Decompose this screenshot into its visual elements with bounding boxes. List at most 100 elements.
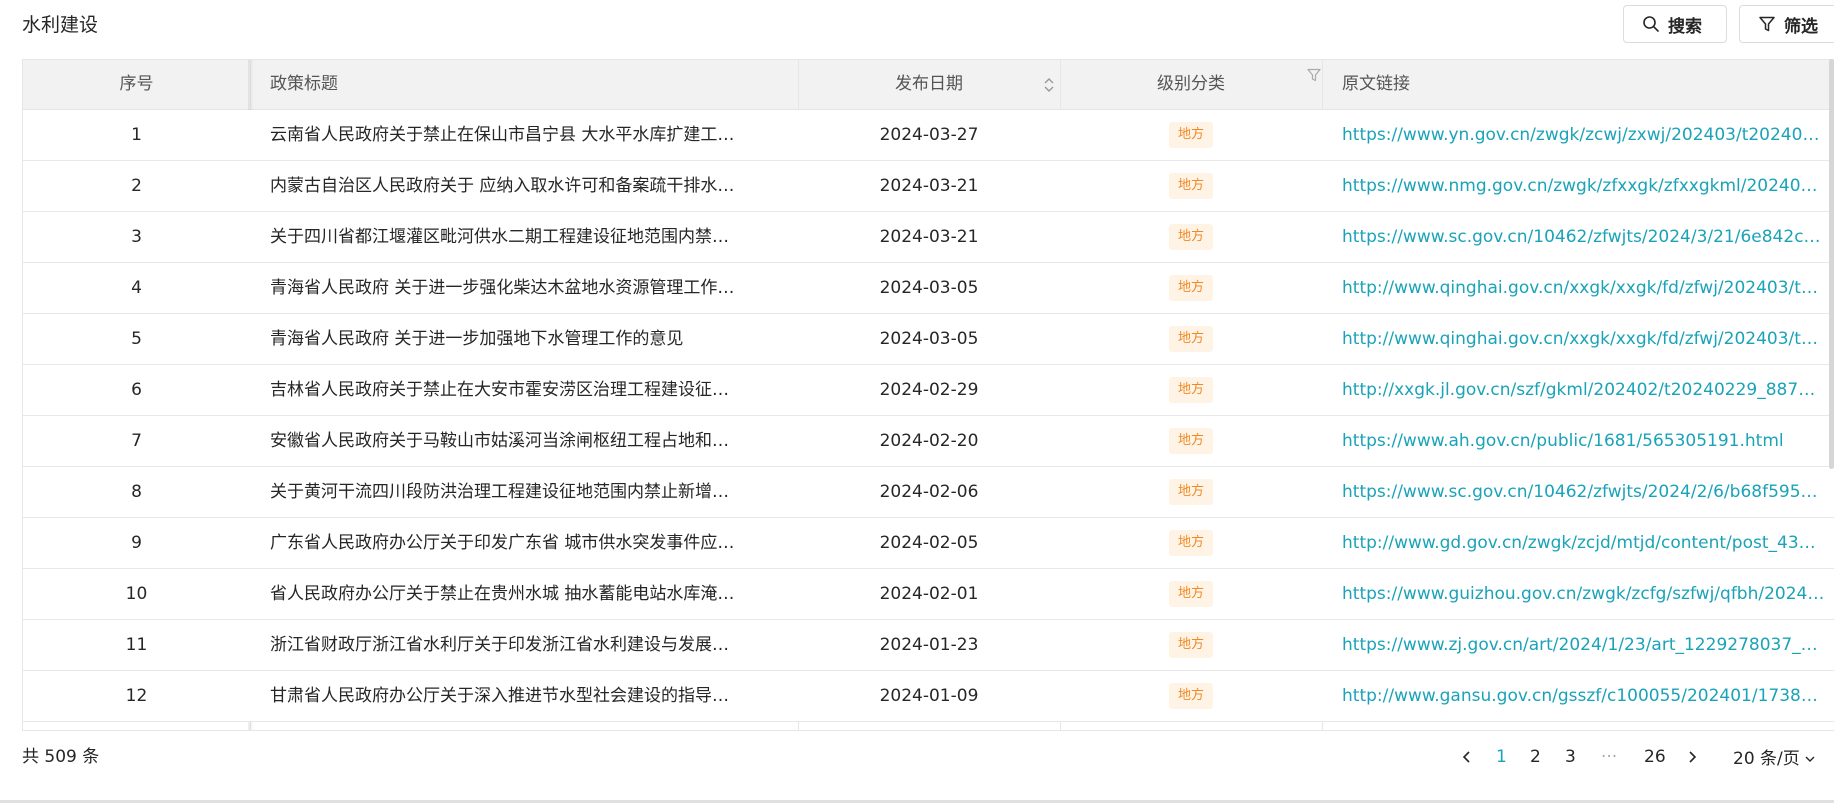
- column-header-level[interactable]: 级别分类: [1060, 60, 1322, 109]
- cell-level: 地方: [1060, 314, 1322, 364]
- cell-link[interactable]: https://www.guizhou.gov.cn/zwgk/zcfg/szf…: [1322, 569, 1834, 619]
- cell-link[interactable]: https://www.yn.gov.cn/zwgk/zcwj/zxwj/202…: [1322, 110, 1834, 160]
- cell-level: 地方: [1060, 365, 1322, 415]
- cell-date: 2024-01-09: [879, 686, 979, 706]
- table-header: 序号 政策标题 发布日期 级别分类 原文链接: [23, 60, 1834, 110]
- filter-button[interactable]: 筛选: [1739, 5, 1834, 43]
- vertical-scrollbar[interactable]: [1829, 59, 1834, 469]
- cell-title[interactable]: 安徽省人民政府关于马鞍山市姑溪河当涂闸枢纽工程占地和…: [250, 416, 798, 466]
- cell-level: 地方: [1060, 212, 1322, 262]
- table-row[interactable]: 5 青海省人民政府 关于进一步加强地下水管理工作的意见 2024-03-05 地方 ht…: [23, 314, 1834, 365]
- page-size-select[interactable]: 20 条/页: [1733, 746, 1816, 772]
- level-tag: 地方: [1168, 428, 1213, 454]
- table-row[interactable]: 6 吉林省人民政府关于禁止在大安市霍安涝区治理工程建设征… 2024-02-29 地方…: [23, 365, 1834, 416]
- page-ellipsis[interactable]: ···: [1601, 744, 1617, 770]
- cell-link[interactable]: https://www.nmg.gov.cn/zwgk/zfxxgk/zfxxg…: [1322, 161, 1834, 211]
- cell-title[interactable]: 青海省人民政府 关于进一步强化柴达木盆地水资源管理工作…: [250, 263, 798, 313]
- cell-title[interactable]: 云南省人民政府关于禁止在保山市昌宁县 大水平水库扩建工…: [250, 110, 798, 160]
- prev-page-button[interactable]: [1461, 744, 1473, 770]
- table-row[interactable]: 8 关于黄河干流四川段防洪治理工程建设征地范围内禁止新增… 2024-02-06 地方…: [23, 467, 1834, 518]
- level-tag: 地方: [1168, 581, 1213, 607]
- cell-seq: 4: [131, 278, 142, 298]
- cell-link[interactable]: http://xxgk.jl.gov.cn/szf/gkml/202402/t2…: [1322, 365, 1834, 415]
- filter-icon: [1758, 15, 1776, 33]
- cell-seq: 8: [131, 482, 142, 502]
- sort-icon[interactable]: [1043, 76, 1055, 98]
- cell-seq: 9: [131, 533, 142, 553]
- cell-seq: 1: [131, 125, 142, 145]
- column-header-title: 政策标题: [270, 74, 338, 94]
- cell-title[interactable]: 甘肃省人民政府办公厅关于深入推进节水型社会建设的指导…: [250, 671, 798, 721]
- cell-seq: 5: [131, 329, 142, 349]
- column-header-link: 原文链接: [1342, 74, 1410, 94]
- cell-level: 地方: [1060, 110, 1322, 160]
- next-page-button[interactable]: [1686, 744, 1698, 770]
- cell-level: 地方: [1060, 518, 1322, 568]
- cell-title[interactable]: 关于四川省都江堰灌区毗河供水二期工程建设征地范围内禁…: [250, 212, 798, 262]
- policy-table: 序号 政策标题 发布日期 级别分类 原文链接 1 云南省人民政府关于禁止在保山市昌…: [22, 59, 1834, 731]
- column-header-seq: 序号: [119, 74, 154, 94]
- level-tag: 地方: [1168, 326, 1213, 352]
- cell-title[interactable]: 广东省人民政府办公厅关于印发广东省 城市供水突发事件应…: [250, 518, 798, 568]
- page-2[interactable]: 2: [1530, 744, 1541, 770]
- cell-seq: 12: [125, 686, 148, 706]
- cell-link[interactable]: https://www.ah.gov.cn/public/1681/565305…: [1322, 416, 1834, 466]
- table-row[interactable]: 9 广东省人民政府办公厅关于印发广东省 城市供水突发事件应… 2024-02-05 地…: [23, 518, 1834, 569]
- chevron-down-icon: [1804, 746, 1816, 772]
- search-button-label: 搜索: [1668, 16, 1702, 37]
- filter-button-label: 筛选: [1784, 16, 1818, 37]
- cell-date: 2024-03-21: [879, 176, 979, 196]
- column-filter-icon[interactable]: [1307, 67, 1321, 86]
- cell-link[interactable]: https://www.sc.gov.cn/10462/zfwjts/2024/…: [1322, 467, 1834, 517]
- cell-title[interactable]: 省人民政府办公厅关于禁止在贵州水城 抽水蓄能电站水库淹…: [250, 569, 798, 619]
- cell-link[interactable]: http://www.qinghai.gov.cn/xxgk/xxgk/fd/z…: [1322, 314, 1834, 364]
- page-3[interactable]: 3: [1565, 744, 1576, 770]
- level-tag: 地方: [1168, 275, 1213, 301]
- table-row[interactable]: 10 省人民政府办公厅关于禁止在贵州水城 抽水蓄能电站水库淹… 2024-02-01…: [23, 569, 1834, 620]
- cell-link[interactable]: http://www.gansu.gov.cn/gsszf/c100055/20…: [1322, 671, 1834, 721]
- cell-seq: 7: [131, 431, 142, 451]
- table-row[interactable]: 2 内蒙古自治区人民政府关于 应纳入取水许可和备案疏干排水… 2024-03-21 地…: [23, 161, 1834, 212]
- cell-level: 地方: [1060, 671, 1322, 721]
- cell-title[interactable]: 吉林省人民政府关于禁止在大安市霍安涝区治理工程建设征…: [250, 365, 798, 415]
- level-tag: 地方: [1168, 377, 1213, 403]
- cell-link[interactable]: http://www.gd.gov.cn/zwgk/zcjd/mtjd/cont…: [1322, 518, 1834, 568]
- page-26[interactable]: 26: [1644, 744, 1666, 770]
- cell-level: 地方: [1060, 263, 1322, 313]
- cell-date: 2024-02-20: [879, 431, 979, 451]
- search-button[interactable]: 搜索: [1623, 5, 1727, 43]
- cell-level: 地方: [1060, 467, 1322, 517]
- cell-date: 2024-03-05: [879, 329, 979, 349]
- level-tag: 地方: [1168, 122, 1213, 148]
- table-row[interactable]: 4 青海省人民政府 关于进一步强化柴达木盆地水资源管理工作… 2024-03-05 地…: [23, 263, 1834, 314]
- cell-date: 2024-02-06: [879, 482, 979, 502]
- cell-link[interactable]: http://www.qinghai.gov.cn/xxgk/xxgk/fd/z…: [1322, 263, 1834, 313]
- column-header-date[interactable]: 发布日期: [798, 60, 1060, 109]
- table-row[interactable]: 7 安徽省人民政府关于马鞍山市姑溪河当涂闸枢纽工程占地和… 2024-02-20 地方…: [23, 416, 1834, 467]
- search-icon: [1642, 15, 1660, 33]
- cell-title[interactable]: 浙江省财政厅浙江省水利厅关于印发浙江省水利建设与发展…: [250, 620, 798, 670]
- cell-title[interactable]: 青海省人民政府 关于进一步加强地下水管理工作的意见: [250, 314, 798, 364]
- cell-date: 2024-03-05: [879, 278, 979, 298]
- cell-seq: 2: [131, 176, 142, 196]
- table-row[interactable]: 11 浙江省财政厅浙江省水利厅关于印发浙江省水利建设与发展… 2024-01-23 地…: [23, 620, 1834, 671]
- cell-seq: 11: [125, 635, 148, 655]
- level-tag: 地方: [1168, 479, 1213, 505]
- table-row[interactable]: 12 甘肃省人民政府办公厅关于深入推进节水型社会建设的指导… 2024-01-09 地…: [23, 671, 1834, 722]
- cell-seq: 3: [131, 227, 142, 247]
- table-row[interactable]: 1 云南省人民政府关于禁止在保山市昌宁县 大水平水库扩建工… 2024-03-27 地…: [23, 110, 1834, 161]
- page-1[interactable]: 1: [1496, 744, 1507, 770]
- page-size-value: 20 条/页: [1733, 749, 1800, 769]
- level-tag: 地方: [1168, 632, 1213, 658]
- total-count: 共 509 条: [22, 747, 100, 767]
- cell-title[interactable]: 内蒙古自治区人民政府关于 应纳入取水许可和备案疏干排水…: [250, 161, 798, 211]
- cell-date: 2024-03-27: [879, 125, 979, 145]
- cell-link[interactable]: https://www.sc.gov.cn/10462/zfwjts/2024/…: [1322, 212, 1834, 262]
- cell-link[interactable]: https://www.zj.gov.cn/art/2024/1/23/art_…: [1322, 620, 1834, 670]
- level-tag: 地方: [1168, 683, 1213, 709]
- cell-level: 地方: [1060, 620, 1322, 670]
- table-row[interactable]: 3 关于四川省都江堰灌区毗河供水二期工程建设征地范围内禁… 2024-03-21 地方…: [23, 212, 1834, 263]
- cell-title[interactable]: 关于黄河干流四川段防洪治理工程建设征地范围内禁止新增…: [250, 467, 798, 517]
- cell-date: 2024-02-29: [879, 380, 979, 400]
- level-tag: 地方: [1168, 224, 1213, 250]
